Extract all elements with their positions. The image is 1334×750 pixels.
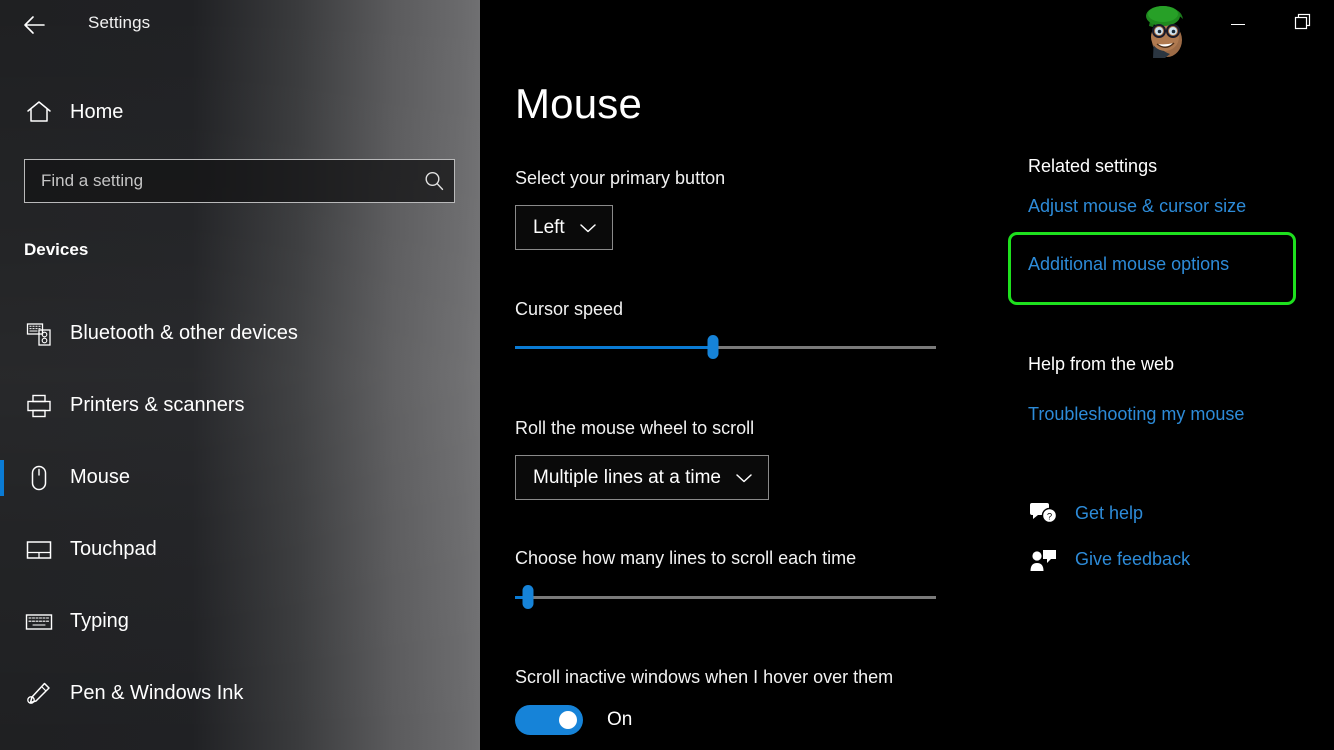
give-feedback-row[interactable]: Give feedback	[1027, 546, 1190, 572]
selection-indicator	[0, 460, 4, 496]
wheel-scroll-value: Multiple lines at a time	[516, 467, 721, 489]
slider-track	[713, 346, 936, 349]
sidebar-item-printers[interactable]: Printers & scanners	[0, 382, 480, 429]
scroll-inactive-toggle-row: On	[515, 705, 632, 735]
toggle-knob	[559, 711, 577, 729]
sidebar-item-label-home: Home	[70, 101, 123, 124]
pen-icon	[22, 680, 56, 708]
search-input[interactable]	[25, 171, 414, 191]
lines-to-scroll-label: Choose how many lines to scroll each tim…	[515, 548, 856, 569]
get-help-row[interactable]: ? Get help	[1027, 500, 1143, 526]
primary-button-label: Select your primary button	[515, 168, 725, 189]
wheel-scroll-label: Roll the mouse wheel to scroll	[515, 418, 754, 439]
window-title: Settings	[88, 13, 150, 33]
slider-thumb[interactable]	[522, 585, 533, 609]
sidebar-nav-list: Bluetooth & other devices Printers & sca…	[0, 310, 480, 742]
wheel-scroll-dropdown[interactable]: Multiple lines at a time	[515, 455, 769, 500]
scroll-inactive-toggle[interactable]	[515, 705, 583, 735]
back-arrow-icon[interactable]	[22, 12, 54, 38]
sidebar-item-label: Bluetooth & other devices	[70, 322, 298, 345]
related-settings-header: Related settings	[1028, 156, 1157, 177]
help-from-web-header: Help from the web	[1028, 354, 1174, 375]
search-icon	[414, 170, 454, 192]
link-troubleshooting-my-mouse[interactable]: Troubleshooting my mouse	[1028, 404, 1244, 425]
scroll-inactive-state: On	[607, 709, 632, 731]
slider-fill	[515, 346, 713, 349]
sidebar-category-header: Devices	[24, 240, 88, 260]
mouse-icon	[22, 464, 56, 492]
give-feedback-label: Give feedback	[1075, 549, 1190, 570]
primary-button-value: Left	[516, 217, 565, 239]
sidebar-item-label: Pen & Windows Ink	[70, 682, 243, 705]
sidebar-item-label: Typing	[70, 610, 129, 633]
link-additional-mouse-options[interactable]: Additional mouse options	[1028, 254, 1229, 275]
keyboard-icon	[22, 612, 56, 632]
slider-track	[528, 596, 936, 599]
lines-to-scroll-slider[interactable]	[515, 585, 936, 609]
cursor-speed-label: Cursor speed	[515, 299, 623, 320]
sidebar-item-mouse[interactable]: Mouse	[0, 454, 480, 501]
sidebar-item-label: Mouse	[70, 466, 130, 489]
sidebar-item-typing[interactable]: Typing	[0, 598, 480, 645]
slider-thumb[interactable]	[707, 335, 718, 359]
titlebar-left: Settings	[0, 0, 480, 48]
search-box[interactable]	[24, 159, 455, 203]
printer-icon	[22, 393, 56, 419]
sidebar-item-bluetooth[interactable]: Bluetooth & other devices	[0, 310, 480, 357]
scroll-inactive-label: Scroll inactive windows when I hover ove…	[515, 667, 893, 688]
feedback-person-icon	[1027, 546, 1061, 572]
primary-button-dropdown[interactable]: Left	[515, 205, 613, 250]
chevron-down-icon	[579, 222, 597, 234]
svg-text:?: ?	[1047, 512, 1052, 523]
sidebar: Settings Home Devices	[0, 0, 480, 750]
sidebar-item-home[interactable]: Home	[0, 92, 480, 132]
settings-window: Settings Home Devices	[0, 0, 1334, 750]
chevron-down-icon	[735, 472, 753, 484]
right-panel: Related settings Adjust mouse & cursor s…	[1028, 0, 1334, 750]
sidebar-item-label: Printers & scanners	[70, 394, 245, 417]
sidebar-item-pen-windows-ink[interactable]: Pen & Windows Ink	[0, 670, 480, 717]
link-adjust-mouse-cursor-size[interactable]: Adjust mouse & cursor size	[1028, 196, 1246, 217]
question-bubble-icon: ?	[1027, 500, 1061, 526]
touchpad-icon	[22, 538, 56, 562]
sidebar-item-label: Touchpad	[70, 538, 157, 561]
page-title: Mouse	[515, 80, 642, 128]
get-help-label: Get help	[1075, 503, 1143, 524]
bluetooth-devices-icon	[22, 320, 56, 348]
sidebar-item-touchpad[interactable]: Touchpad	[0, 526, 480, 573]
cursor-speed-slider[interactable]	[515, 335, 936, 359]
home-icon	[24, 100, 54, 124]
